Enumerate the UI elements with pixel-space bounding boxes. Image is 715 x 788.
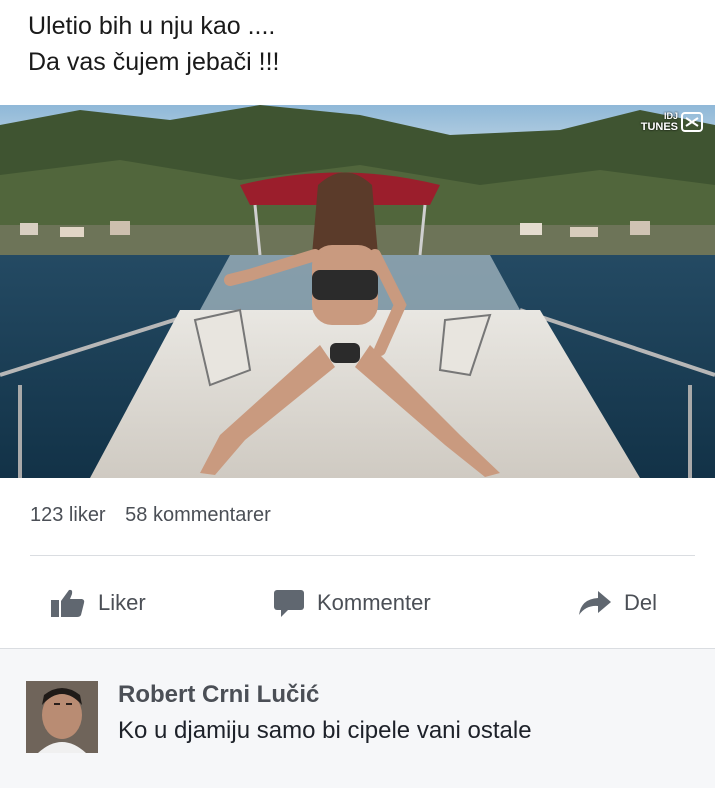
likes-count[interactable]: 123 liker	[30, 504, 106, 526]
post-text-line-2: Da vas čujem jebači !!!	[28, 48, 280, 76]
comment-author[interactable]: Robert Crni Lučić	[118, 681, 319, 709]
share-label: Del	[624, 590, 658, 615]
avatar-photo	[26, 681, 98, 753]
post-media-image[interactable]: IDJ TUNES	[0, 105, 715, 478]
comment-label: Kommenter	[317, 590, 431, 615]
boat-scene-illustration	[0, 105, 715, 478]
share-arrow-icon	[579, 591, 611, 615]
comment-button[interactable]: Kommenter	[273, 580, 431, 626]
like-button[interactable]: Liker	[50, 580, 146, 626]
share-button[interactable]: Del	[578, 580, 657, 626]
logo-icon	[681, 112, 703, 132]
post-text: Uletio bih u nju kao .... Da vas čujem j…	[28, 8, 280, 80]
watermark-logo: IDJ TUNES	[641, 111, 703, 133]
thumbs-up-icon	[51, 589, 85, 617]
divider	[30, 555, 695, 556]
comment-text: Ko u djamiju samo bi cipele vani ostale	[118, 717, 532, 744]
post-text-line-1: Uletio bih u nju kao ....	[28, 12, 276, 40]
like-label: Liker	[98, 590, 146, 615]
comment-bubble-icon	[274, 590, 304, 617]
avatar[interactable]	[26, 681, 98, 753]
comments-section: Robert Crni Lučić Ko u djamiju samo bi c…	[0, 648, 715, 788]
action-bar: Liker Kommenter Del	[0, 580, 715, 626]
post-stats: 123 liker 58 kommentarer	[30, 504, 285, 527]
comments-count[interactable]: 58 kommentarer	[125, 504, 271, 526]
watermark-text-bottom: TUNES	[640, 121, 678, 133]
